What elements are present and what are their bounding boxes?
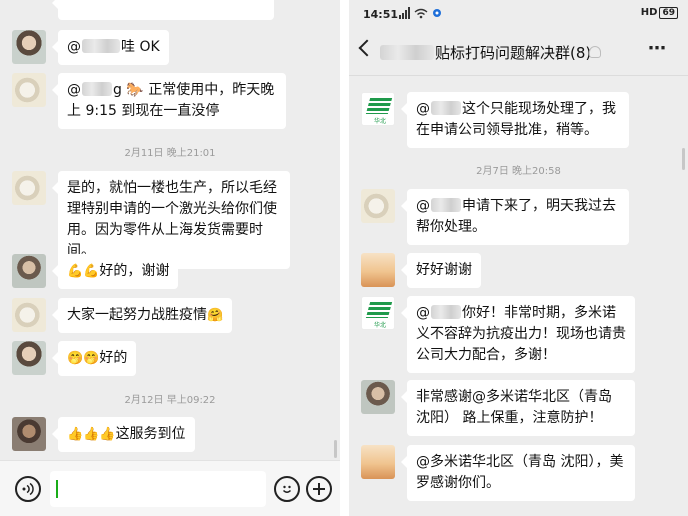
blurred-name — [82, 39, 120, 53]
message-text: 哇 OK — [121, 39, 160, 55]
message-bubble[interactable]: 好好谢谢 — [401, 253, 481, 288]
blurred-name — [431, 101, 461, 115]
message-bubble[interactable]: @多米诺华北区（青岛 沈阳），美罗感谢你们。 — [401, 445, 635, 501]
scrollbar[interactable] — [682, 148, 685, 170]
avatar[interactable] — [361, 445, 395, 479]
right-chat-panel: 14:51 HD69 贴标打码问题解决群(8) ⋯ 贴标打码问题解决群(8) ⋯… — [349, 0, 688, 516]
message-item: 华北 @ 这个只能现场处理了，我在申请公司领导批准，稍等。 — [361, 92, 680, 148]
mention: @ — [416, 101, 430, 117]
message-item: 非常感谢@多米诺华北区（青岛 沈阳） 路上保重，注意防护！ — [361, 380, 680, 436]
status-right: HD 69 — [641, 7, 678, 19]
signal-icon — [399, 7, 455, 22]
mention: @ — [416, 198, 430, 214]
message-bubble[interactable]: @ 这个只能现场处理了，我在申请公司领导批准，稍等。 — [401, 92, 629, 148]
status-bar: 14:51 HD 69 — [349, 0, 688, 28]
message-bubble[interactable]: 💪💪好的，谢谢 — [51, 254, 179, 289]
message-text: @多米诺华北区（青岛 沈阳），美罗感谢你们。 — [416, 454, 624, 491]
logo-subtext: 华北 — [374, 322, 387, 329]
logo-subtext: 华北 — [374, 118, 387, 125]
message-bubble[interactable]: @ 哇 OK — [52, 30, 169, 65]
avatar[interactable] — [12, 341, 46, 375]
message-item: @ g 🐎 正常使用中，昨天晚上 9:15 到现在一直没停 — [12, 73, 332, 129]
text-caret — [56, 480, 58, 498]
message-bubble[interactable]: @ 申请下来了，明天我过去帮你处理。 — [401, 189, 629, 245]
avatar[interactable] — [361, 380, 395, 414]
message-bubble[interactable]: @ g 🐎 正常使用中，昨天晚上 9:15 到现在一直没停 — [52, 73, 286, 129]
avatar[interactable] — [12, 73, 46, 107]
emoji-icon[interactable] — [274, 476, 300, 502]
avatar[interactable] — [361, 189, 395, 223]
message-bubble[interactable]: 👍👍👍这服务到位 — [52, 417, 195, 452]
input-bar — [0, 460, 340, 516]
blurred-name — [82, 82, 112, 96]
more-icon[interactable]: ⋯ — [648, 38, 666, 59]
chat-header-overlay: 贴标打码问题解决群(8) ⋯ — [349, 28, 688, 76]
message-text: 这服务到位 — [115, 426, 186, 442]
blurred-name — [431, 198, 461, 212]
avatar[interactable] — [361, 253, 395, 287]
battery-icon: 69 — [659, 7, 678, 19]
timestamp: 2月11日 晚上21:01 — [124, 148, 216, 159]
message-item: @ 哇 OK — [12, 30, 332, 65]
mention: @ — [67, 39, 81, 55]
status-time: 14:51 — [363, 8, 399, 21]
message-item: @ 申请下来了，明天我过去帮你处理。 — [361, 189, 680, 245]
message-item: 👍👍👍这服务到位 — [12, 417, 332, 452]
message-text: 是的，就怕一楼也生产，所以毛经理特别申请的一个激光头给你们使用。因为零件从上海发… — [67, 180, 277, 259]
chat-title-text: 贴标打码问题解决群(8) — [435, 44, 592, 62]
message-text: 好的 — [99, 350, 128, 366]
scrollbar[interactable] — [334, 440, 337, 458]
voice-icon[interactable] — [15, 476, 41, 502]
message-item: 好好谢谢 — [361, 253, 680, 288]
message-bubble[interactable]: 大家一起努力战胜疫情🤗 — [51, 298, 233, 333]
company-logo-icon — [365, 302, 393, 318]
company-logo-icon — [365, 98, 393, 114]
mention: @ — [67, 82, 81, 98]
message-item: 大家一起努力战胜疫情🤗 — [12, 298, 332, 333]
message-input[interactable] — [50, 471, 266, 507]
message-bubble[interactable]: 🤭🤭好的 — [51, 341, 137, 376]
panel-divider — [340, 0, 349, 516]
message-bubble[interactable]: @ 你好！非常时期，多米诺义不容辞为抗疫出力！现场也请贵公司大力配合，多谢！ — [401, 296, 635, 373]
shy-emoji-icon: 🤭🤭 — [67, 351, 100, 366]
blurred-name — [380, 45, 434, 60]
message-item: 🤭🤭好的 — [12, 341, 332, 376]
timestamp: 2月12日 早上09:22 — [124, 395, 216, 406]
message-text: 非常感谢@多米诺华北区（青岛 沈阳） 路上保重，注意防护！ — [416, 389, 612, 426]
avatar[interactable] — [12, 298, 46, 332]
mute-icon — [589, 46, 601, 58]
message-item: 华北 @ 你好！非常时期，多米诺义不容辞为抗疫出力！现场也请贵公司大力配合，多谢！ — [361, 296, 680, 373]
avatar[interactable] — [12, 30, 46, 64]
avatar[interactable]: 华北 — [361, 296, 395, 330]
chat-title[interactable]: 贴标打码问题解决群(8) — [379, 42, 591, 63]
message-item: 💪💪好的，谢谢 — [12, 254, 332, 289]
header-shadow — [349, 76, 688, 86]
plus-icon[interactable] — [306, 476, 332, 502]
hd-label: HD — [640, 7, 658, 18]
timestamp: 2月7日 晚上20:58 — [476, 166, 561, 177]
avatar[interactable] — [12, 417, 46, 451]
back-icon[interactable] — [358, 39, 376, 57]
avatar[interactable] — [12, 254, 46, 288]
message-text: 好好谢谢 — [416, 262, 472, 278]
message-text: 大家一起努力战胜疫情 — [67, 307, 207, 323]
avatar[interactable]: 华北 — [361, 92, 395, 126]
thumbs-up-icon: 👍👍👍 — [67, 427, 116, 442]
blurred-name — [431, 305, 461, 319]
mention: @ — [416, 305, 430, 321]
message-item — [12, 0, 332, 20]
hug-emoji-icon: 🤗 — [207, 308, 224, 323]
message-bubble[interactable] — [52, 0, 274, 20]
message-text: 好的，谢谢 — [99, 263, 170, 279]
flexed-biceps-icon: 💪💪 — [67, 264, 100, 279]
left-chat-panel: @ 哇 OK @ g 🐎 正常使用中，昨天晚上 9:15 到现在一直没停 2月11日… — [0, 0, 340, 516]
message-item: @多米诺华北区（青岛 沈阳），美罗感谢你们。 — [361, 445, 680, 501]
avatar[interactable] — [12, 171, 46, 205]
message-bubble[interactable]: 非常感谢@多米诺华北区（青岛 沈阳） 路上保重，注意防护！ — [401, 380, 635, 436]
